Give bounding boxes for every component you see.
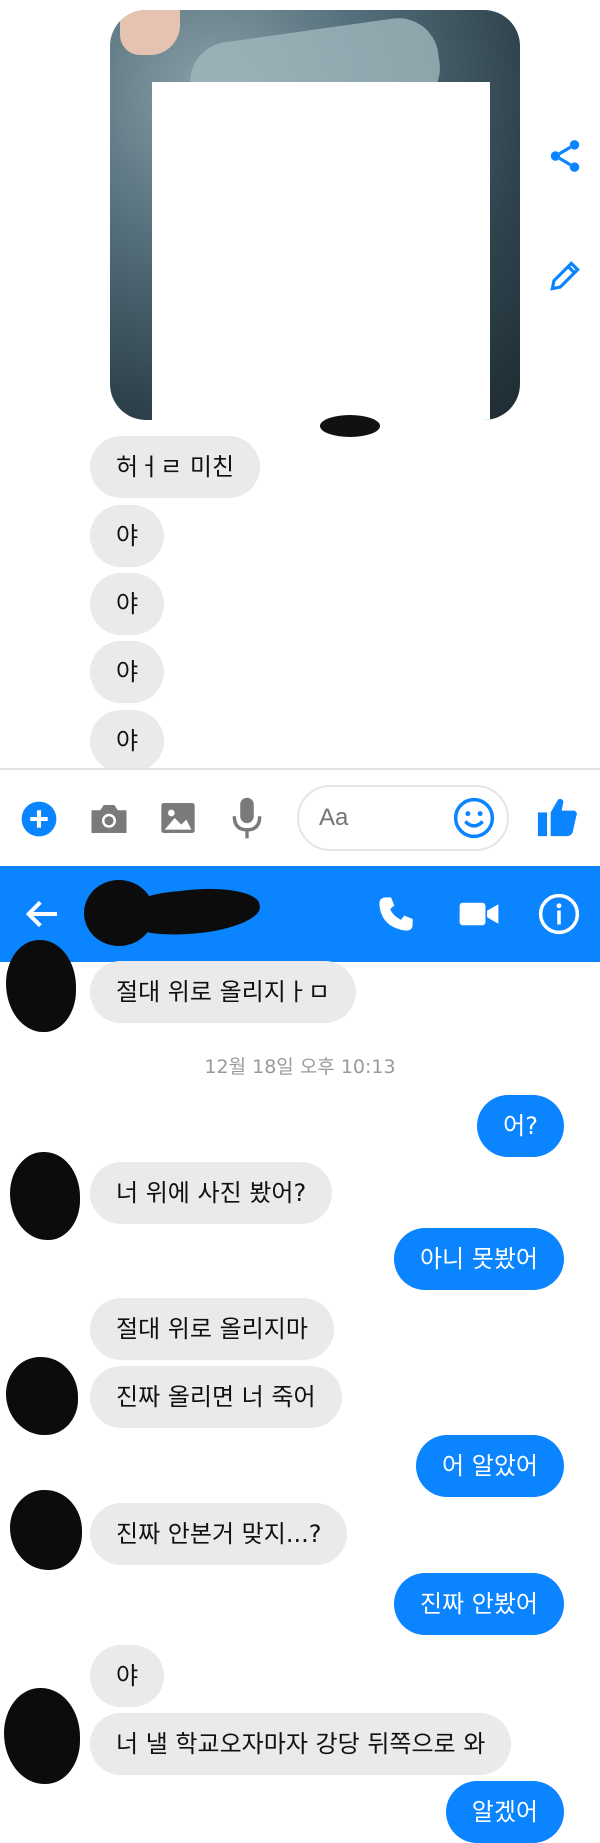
message-bubble[interactable]: 진짜 안본거 맞지...?	[90, 1503, 348, 1565]
sent-message-bubble[interactable]: 어?	[477, 1095, 564, 1157]
message-bubble[interactable]: 너 낼 학교오자마자 강당 뒤쪽으로 와	[90, 1713, 512, 1775]
photo-message[interactable]	[110, 10, 520, 420]
message-bubble[interactable]: 야	[90, 573, 165, 635]
sender-avatar	[10, 1152, 80, 1240]
thumbs-up-icon[interactable]	[536, 796, 580, 842]
sender-avatar	[10, 1490, 82, 1570]
pencil-icon[interactable]	[545, 256, 585, 296]
message-bubble[interactable]: 절대 위로 올리지마	[90, 1298, 334, 1360]
message-input[interactable]	[317, 803, 441, 833]
sent-message-bubble[interactable]: 어 알았어	[416, 1435, 564, 1497]
message-bubble[interactable]: 너 위에 사진 봤어?	[90, 1162, 333, 1224]
sent-message-bubble[interactable]: 아니 못봤어	[393, 1228, 564, 1290]
message-bubble[interactable]: 야	[90, 505, 165, 567]
sender-avatar	[6, 940, 76, 1032]
message-bubble[interactable]: 절대 위로 올리지ㅏㅁ	[90, 961, 356, 1023]
info-icon[interactable]	[538, 893, 580, 939]
video-camera-icon[interactable]	[458, 898, 500, 934]
image-icon[interactable]	[158, 798, 198, 842]
back-arrow-icon[interactable]	[22, 894, 62, 938]
sent-message-bubble[interactable]: 진짜 안봤어	[393, 1573, 564, 1635]
message-bubble[interactable]: 진짜 올리면 너 죽어	[90, 1366, 342, 1428]
photo-redaction-box	[152, 82, 490, 420]
microphone-icon[interactable]	[230, 796, 264, 844]
phone-icon[interactable]	[376, 894, 416, 938]
sender-avatar	[6, 1357, 78, 1435]
share-icon[interactable]	[545, 136, 585, 176]
plus-circle-icon[interactable]	[20, 800, 58, 842]
message-bubble[interactable]: 허ㅓㄹ 미친	[90, 436, 261, 498]
sender-avatar	[4, 1688, 80, 1784]
redaction-mark	[320, 415, 380, 437]
camera-icon[interactable]	[88, 799, 130, 843]
timestamp: 12월 18일 오후 10:13	[204, 1056, 396, 1078]
sent-message-bubble[interactable]: 알겠어	[445, 1781, 564, 1843]
message-bubble[interactable]: 야	[90, 1645, 165, 1707]
photo-hand	[120, 10, 180, 55]
message-bubble[interactable]: 야	[90, 710, 165, 772]
message-bubble[interactable]: 야	[90, 641, 165, 703]
smiley-icon[interactable]	[453, 797, 495, 843]
